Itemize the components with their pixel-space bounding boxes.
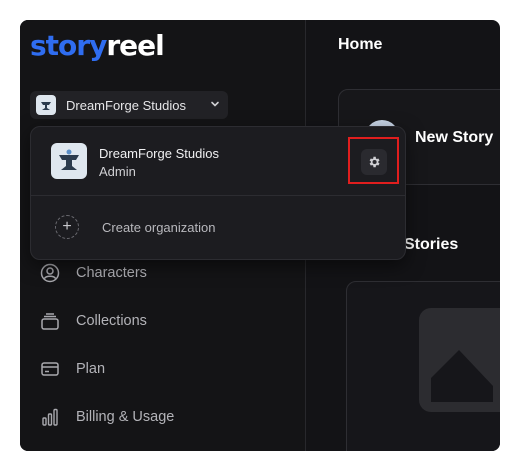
highlight-box — [348, 137, 399, 184]
app-window: storyreel DreamForge Studios Characters — [20, 20, 500, 451]
logo-text-story: story — [30, 29, 107, 62]
create-organization-button[interactable]: + Create organization — [55, 215, 215, 239]
sidebar-item-characters[interactable]: Characters — [40, 259, 147, 287]
page-title: Home — [338, 36, 383, 53]
stories-heading: Stories — [404, 236, 459, 253]
org-name: DreamForge Studios — [99, 146, 219, 161]
org-avatar — [51, 143, 87, 179]
org-dropdown-menu: DreamForge Studios Admin + Create organi… — [30, 126, 406, 260]
logo-text-reel: reel — [106, 29, 164, 62]
bar-chart-icon — [42, 408, 58, 426]
user-circle-icon — [40, 263, 60, 283]
anvil-icon — [41, 102, 51, 110]
divider — [31, 195, 405, 196]
plus-icon: + — [55, 215, 79, 239]
org-switcher[interactable]: DreamForge Studios — [30, 91, 228, 119]
sidebar-item-label: Characters — [76, 265, 147, 281]
storyreel-logo[interactable]: story reel — [30, 29, 165, 62]
sidebar-item-label: Collections — [76, 313, 147, 329]
sidebar-item-label: Billing & Usage — [76, 409, 175, 425]
credit-card-icon — [41, 362, 59, 376]
create-organization-label: Create organization — [102, 219, 216, 235]
anvil-icon — [59, 149, 79, 170]
sidebar-item-billing-usage[interactable]: Billing & Usage — [40, 403, 174, 431]
sidebar-item-collections[interactable]: Collections — [40, 307, 147, 335]
org-role: Admin — [99, 164, 136, 179]
org-switcher-label: DreamForge Studios — [66, 97, 186, 113]
new-story-label: New Story — [415, 129, 494, 146]
org-avatar — [36, 95, 56, 115]
chevron-down-icon — [210, 99, 220, 112]
collection-icon — [41, 313, 59, 330]
sidebar-item-label: Plan — [76, 361, 106, 377]
sidebar-item-plan[interactable]: Plan — [40, 355, 105, 383]
image-placeholder-icon — [419, 308, 500, 412]
story-card[interactable] — [346, 281, 500, 451]
